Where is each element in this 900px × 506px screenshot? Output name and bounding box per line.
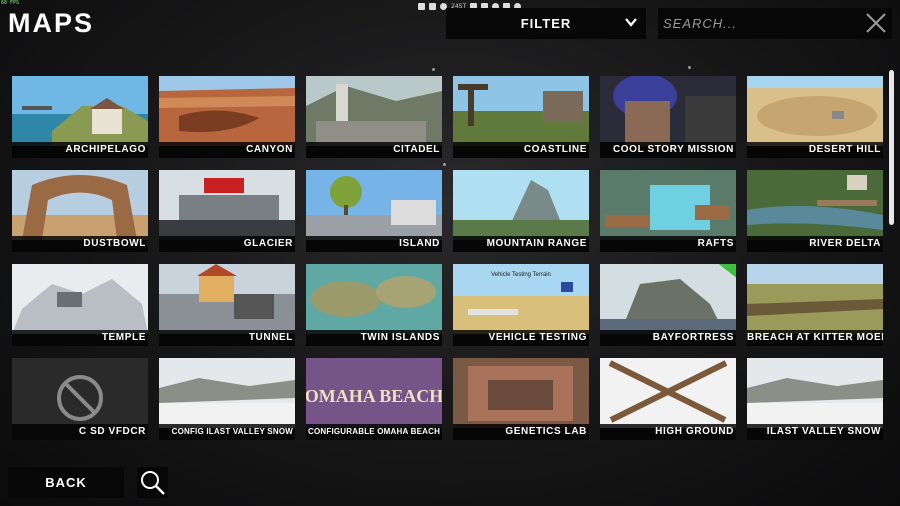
map-name: BREACH AT KITTER MOER [747,330,883,346]
map-name: DESERT HILL [747,142,883,158]
chevron-down-icon [625,18,637,27]
scrollbar[interactable] [889,70,894,225]
map-thumbnail [747,358,883,428]
map-name: GENETICS LAB [453,424,589,440]
back-label: BACK [45,475,87,490]
map-name: DUSTBOWL [12,236,148,252]
map-name: ISLAND [306,236,442,252]
filter-label: FILTER [520,16,572,31]
map-tile-config-ilast-valley-snow[interactable]: CONFIG ILAST VALLEY SNOW [159,358,295,440]
map-tile-c-sd-vfdcr[interactable]: C SD VFDCR [12,358,148,440]
map-thumbnail [747,76,883,146]
fps-counter: 60 FPS [1,0,20,6]
map-thumbnail [159,76,295,146]
map-thumbnail [747,170,883,240]
search-icon [141,471,165,495]
map-thumbnail [747,264,883,334]
search-button[interactable] [137,467,168,498]
map-name: C SD VFDCR [12,424,148,440]
sparkle [432,68,435,71]
map-name: TEMPLE [12,330,148,346]
sparkle [688,66,691,69]
map-name: HIGH GROUND [600,424,736,440]
map-name: TUNNEL [159,330,295,346]
map-tile-citadel[interactable]: CITADEL [306,76,442,158]
search-box [658,8,892,39]
map-tile-desert-hill[interactable]: DESERT HILL [747,76,883,158]
map-name: CITADEL [306,142,442,158]
map-grid: ARCHIPELAGO CANYON CITADEL COASTLINE COO… [12,76,883,440]
map-thumbnail [453,170,589,240]
map-thumbnail [159,170,295,240]
map-thumbnail [600,264,736,334]
map-thumbnail [12,76,148,146]
map-tile-dustbowl[interactable]: DUSTBOWL [12,170,148,252]
map-thumbnail [453,76,589,146]
map-tile-cool-story-mission[interactable]: COOL STORY MISSION [600,76,736,158]
map-tile-mountain-range[interactable]: MOUNTAIN RANGE [453,170,589,252]
map-thumbnail [12,264,148,334]
map-thumbnail [159,264,295,334]
map-name: RAFTS [600,236,736,252]
map-tile-archipelago[interactable]: ARCHIPELAGO [12,76,148,158]
map-thumbnail [306,264,442,334]
map-tile-configurable-omaha-beach-v3[interactable]: OMAHA BEACH CONFIGURABLE OMAHA BEACH V3 [306,358,442,440]
map-thumbnail [306,76,442,146]
map-tile-rafts[interactable]: RAFTS [600,170,736,252]
map-name: GLACIER [159,236,295,252]
map-thumbnail [159,358,295,428]
map-name: CONFIGURABLE OMAHA BEACH V3 [306,424,442,440]
map-name: COASTLINE [453,142,589,158]
page-title: MAPS [8,8,95,38]
map-thumbnail [600,358,736,428]
map-name: ILAST VALLEY SNOW [747,424,883,440]
no-preview-icon [57,375,103,421]
map-tile-twin-islands[interactable]: TWIN ISLANDS [306,264,442,346]
close-icon[interactable] [864,11,888,35]
map-name: TWIN ISLANDS [306,330,442,346]
map-tile-river-delta[interactable]: RIVER DELTA [747,170,883,252]
thumbnail-caption: Vehicle Testing Terrain [491,272,551,278]
map-thumbnail [600,76,736,146]
window-icon [418,2,425,10]
map-tile-canyon[interactable]: CANYON [159,76,295,158]
map-thumbnail [600,170,736,240]
map-thumbnail: OMAHA BEACH [306,358,442,428]
map-tile-bayfortress[interactable]: BAYFORTRESS [600,264,736,346]
map-tile-tunnel[interactable]: TUNNEL [159,264,295,346]
search-input[interactable] [658,8,848,39]
map-tile-coastline[interactable]: COASTLINE [453,76,589,158]
map-name: MOUNTAIN RANGE [453,236,589,252]
map-thumbnail [12,170,148,240]
map-name: CANYON [159,142,295,158]
map-name: ARCHIPELAGO [12,142,148,158]
map-name: VEHICLE TESTING [453,330,589,346]
map-tile-high-ground[interactable]: HIGH GROUND [600,358,736,440]
map-name: COOL STORY MISSION [600,142,736,158]
map-thumbnail [453,358,589,428]
back-button[interactable]: BACK [8,467,124,498]
map-tile-island[interactable]: ISLAND [306,170,442,252]
map-tile-breach-at-kitter-moer[interactable]: BREACH AT KITTER MOER [747,264,883,346]
map-name: RIVER DELTA [747,236,883,252]
map-tile-temple[interactable]: TEMPLE [12,264,148,346]
camera-icon [429,2,436,10]
map-tile-genetics-lab[interactable]: GENETICS LAB [453,358,589,440]
map-thumbnail [306,170,442,240]
thumbnail-caption: OMAHA BEACH [306,386,442,406]
map-tile-glacier[interactable]: GLACIER [159,170,295,252]
map-name: BAYFORTRESS [600,330,736,346]
map-thumbnail: Vehicle Testing Terrain [453,264,589,334]
filter-dropdown[interactable]: FILTER [446,8,646,39]
map-tile-vehicle-testing[interactable]: Vehicle Testing Terrain VEHICLE TESTING [453,264,589,346]
map-name: CONFIG ILAST VALLEY SNOW [159,424,295,440]
map-tile-ilast-valley-snow[interactable]: ILAST VALLEY SNOW [747,358,883,440]
